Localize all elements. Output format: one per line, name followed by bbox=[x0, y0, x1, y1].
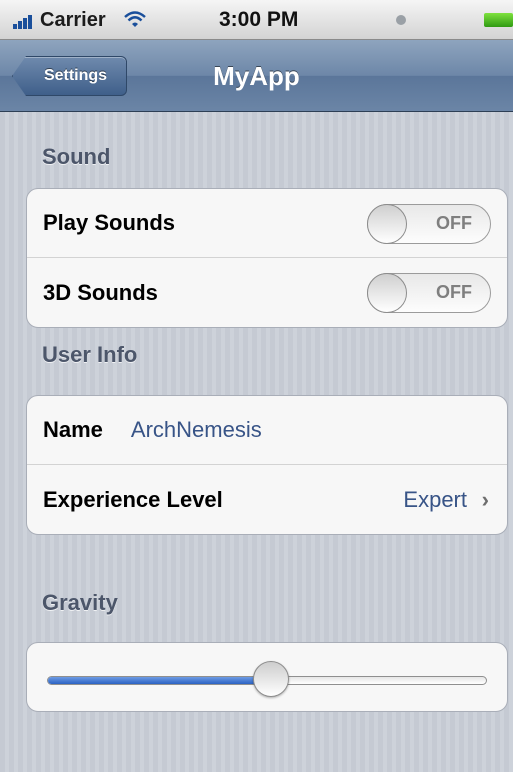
user-info-group: Name ArchNemesis Experience Level Expert… bbox=[26, 395, 508, 535]
experience-level-label: Experience Level bbox=[43, 486, 223, 512]
gravity-group bbox=[26, 642, 508, 712]
3d-sounds-row: 3D Sounds OFF bbox=[27, 258, 507, 327]
alarm-icon bbox=[396, 15, 406, 25]
gravity-slider[interactable] bbox=[47, 661, 487, 697]
toggle-knob bbox=[367, 273, 407, 313]
toggle-state-text: OFF bbox=[436, 282, 472, 302]
back-button[interactable]: Settings bbox=[12, 56, 127, 96]
slider-thumb[interactable] bbox=[253, 661, 290, 697]
3d-sounds-toggle[interactable]: OFF bbox=[367, 273, 491, 313]
experience-level-value: Expert bbox=[403, 486, 467, 512]
status-bar: Carrier 3:00 PM bbox=[0, 0, 513, 40]
status-time: 3:00 PM bbox=[219, 8, 299, 31]
sound-group: Play Sounds OFF 3D Sounds OFF bbox=[26, 188, 508, 328]
name-field[interactable]: ArchNemesis bbox=[131, 417, 262, 443]
name-row[interactable]: Name ArchNemesis bbox=[27, 396, 507, 465]
toggle-state-text: OFF bbox=[436, 213, 472, 233]
chevron-right-icon: › bbox=[481, 486, 489, 512]
name-label: Name bbox=[43, 417, 103, 442]
carrier-label: Carrier bbox=[40, 9, 106, 31]
play-sounds-row: Play Sounds OFF bbox=[27, 189, 507, 258]
wifi-icon bbox=[124, 11, 146, 27]
navigation-bar: MyApp Settings bbox=[0, 40, 513, 112]
3d-sounds-label: 3D Sounds bbox=[43, 279, 158, 305]
battery-icon bbox=[484, 13, 513, 27]
play-sounds-label: Play Sounds bbox=[43, 210, 176, 235]
section-header-gravity: Gravity bbox=[42, 590, 118, 615]
toggle-knob bbox=[367, 204, 407, 244]
section-header-user-info: User Info bbox=[42, 342, 138, 367]
experience-level-row[interactable]: Experience Level Expert › bbox=[27, 465, 507, 534]
signal-icon bbox=[13, 13, 37, 29]
slider-fill bbox=[48, 677, 272, 684]
play-sounds-toggle[interactable]: OFF bbox=[367, 204, 491, 244]
section-header-sound: Sound bbox=[42, 144, 111, 169]
